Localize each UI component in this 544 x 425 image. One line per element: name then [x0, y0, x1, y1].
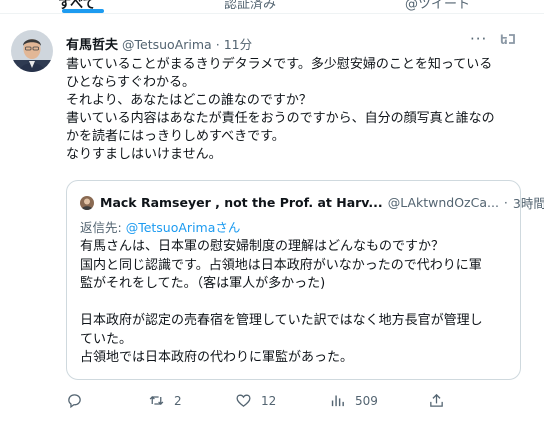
tweet-actions: 2 12 509 — [0, 390, 544, 414]
replying-mention-link[interactable]: @TetsuoArimaさん — [126, 220, 241, 235]
share-button[interactable] — [428, 392, 454, 409]
tweet-time[interactable]: 11分 — [224, 34, 252, 53]
quoted-text-line: 占領地では日本政府の代わりに軍監があった。 — [80, 350, 354, 365]
quoted-author-handle[interactable]: @LAktwndOzCa... — [388, 195, 499, 210]
quoted-text-line: 有馬さんは、日本軍の慰安婦制度の理解はどんなものですか？ — [80, 239, 445, 254]
tweet-header: 有馬哲夫 @TetsuoArima · 11分 — [66, 34, 252, 53]
quoted-tweet[interactable]: Mack Ramseyer , not the Prof. at Harv...… — [66, 180, 544, 380]
like-count: 12 — [261, 393, 277, 408]
tweet-text: 書いていることがまるきりデタラメです。多少慰安婦のことを知っている ひとならすぐ… — [66, 56, 526, 164]
retweet-button[interactable]: 2 — [148, 392, 182, 409]
views-icon — [331, 395, 344, 407]
author-handle[interactable]: @TetsuoArima — [122, 37, 212, 52]
views-button[interactable]: 509 — [329, 392, 378, 409]
replying-to: 返信先: @TetsuoArimaさん — [80, 217, 240, 236]
tweet-text-line: それより、あなたはどこの誰なのですか？ — [66, 93, 312, 108]
quoted-tweet-time[interactable]: 3時間 — [513, 193, 544, 212]
tab-mentions[interactable]: @ツイート — [405, 0, 470, 12]
separator-dot: · — [503, 195, 508, 210]
retweet-count: 2 — [174, 393, 182, 408]
like-button[interactable]: 12 — [235, 392, 276, 409]
reply-icon — [68, 394, 81, 409]
view-count: 509 — [355, 393, 378, 408]
quoted-text-line — [80, 294, 515, 313]
quoted-text-line: 国内と同じ認識です。占領地は日本政府がいなかったので代わりに軍 — [80, 257, 482, 273]
grok-icon[interactable]: ե — [500, 32, 516, 46]
quoted-text-line: ていた。 — [80, 331, 133, 347]
author-name[interactable]: 有馬哲夫 — [66, 34, 118, 53]
tweet-text-line: ひとならすぐわかる。 — [66, 75, 195, 90]
quoted-tweet-header: Mack Ramseyer , not the Prof. at Harv...… — [80, 193, 544, 212]
replying-prefix: 返信先: — [80, 220, 126, 235]
like-icon — [236, 394, 251, 407]
quoted-avatar — [80, 195, 94, 210]
tweet-text-line: 書いていることがまるきりデタラメです。多少慰安婦のことを知っている — [66, 57, 493, 72]
separator-dot: · — [215, 37, 220, 52]
quoted-author-name[interactable]: Mack Ramseyer , not the Prof. at Harv... — [100, 195, 383, 210]
tweet-text-line: かを読者にはっきりしめすべきです。 — [66, 129, 285, 144]
quoted-tweet-text: 有馬さんは、日本軍の慰安婦制度の理解はどんなものですか？ 国内と同じ認識です。占… — [80, 238, 515, 368]
quoted-text-line: 日本政府が認定の売春宿を管理していた訳ではなく地方長官が管理し — [80, 313, 483, 328]
tweet-text-line: 書いている内容はあなたが責任をおうのですから、自分の顔写真と誰なの — [66, 111, 495, 126]
svg-text:ե: ե — [500, 33, 508, 46]
share-icon — [430, 393, 443, 407]
tweet-text-line: なりすましはいけません。 — [66, 147, 222, 162]
more-options-icon[interactable]: ··· — [470, 30, 487, 48]
quoted-text-line: 監がそれをしてた。（客は軍人が多かった) — [80, 276, 326, 291]
active-tab-indicator — [62, 9, 104, 13]
tab-verified[interactable]: 認証済み — [224, 0, 276, 12]
retweet-icon — [149, 396, 164, 405]
reply-button[interactable] — [66, 392, 92, 409]
avatar[interactable] — [11, 30, 53, 72]
top-tab-bar: すべて 認証済み @ツイート — [0, 0, 544, 14]
